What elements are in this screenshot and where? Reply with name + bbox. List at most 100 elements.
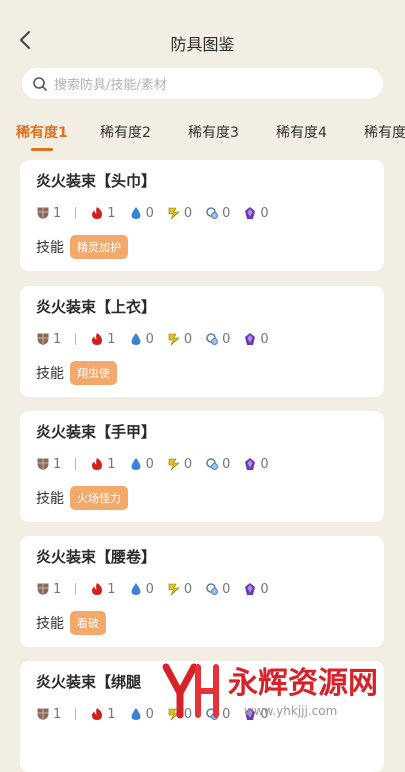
- app-header: 防具图鉴 搜索防具/技能/素材: [0, 0, 405, 99]
- stat-value: 0: [145, 706, 154, 722]
- water-drop-icon: [129, 332, 146, 346]
- stat-value: 0: [183, 456, 193, 472]
- skill-tag[interactable]: 看破: [70, 611, 106, 635]
- stat-value: 0: [145, 581, 154, 597]
- stat-fire: 1: [90, 331, 116, 347]
- armor-card[interactable]: 炎火装束【头巾】 1 1 0 0 0 0 技能 精灵加护: [20, 160, 384, 271]
- stat-shield: 1: [36, 457, 61, 472]
- water-drop-icon: [129, 707, 146, 721]
- water-drop-icon: [129, 457, 146, 471]
- dragon-icon: [243, 206, 260, 220]
- shield-icon: [36, 707, 53, 721]
- water-drop-icon: [129, 582, 146, 596]
- stat-ice: 0: [205, 457, 230, 472]
- thunder-icon: [167, 457, 184, 471]
- armor-stats: 1 1 0 0 0 0: [36, 204, 282, 222]
- armor-name: 炎火装束【手甲】: [36, 423, 157, 441]
- stat-dragon: 0: [243, 205, 269, 221]
- tab-label: 稀有度: [364, 125, 405, 141]
- stat-thunder: 0: [167, 206, 192, 221]
- svg-text:www.yhkjjj.com: www.yhkjjj.com: [244, 704, 337, 718]
- armor-name: 炎火装束【头巾】: [36, 172, 157, 190]
- tab-rarity-3[interactable]: 稀有度3: [188, 122, 239, 142]
- fire-icon: [90, 457, 107, 471]
- stat-ice: 0: [205, 582, 230, 597]
- stat-value: 1: [107, 205, 116, 221]
- stat-divider: [75, 333, 77, 345]
- armor-stats: 1 1 0 0 0 0: [36, 455, 282, 473]
- search-icon: [33, 76, 47, 91]
- shield-icon: [36, 582, 53, 596]
- page-title: 防具图鉴: [170, 35, 235, 54]
- stat-dragon: 0: [243, 582, 269, 597]
- shield-icon: [36, 206, 53, 220]
- tab-rarity-1[interactable]: 稀有度1: [16, 122, 68, 151]
- stat-water-drop: 0: [129, 332, 154, 347]
- stat-value: 1: [107, 331, 116, 347]
- stat-value: 0: [145, 331, 154, 347]
- thunder-icon: [167, 206, 184, 220]
- stat-divider: [75, 708, 77, 720]
- skill-tag[interactable]: 精灵加护: [70, 235, 128, 259]
- stat-thunder: 0: [167, 457, 192, 472]
- armor-name: 炎火装束【腰卷】: [36, 548, 157, 566]
- tab-label: 稀有度4: [276, 125, 327, 141]
- ice-icon: [205, 206, 222, 220]
- search-placeholder: 搜索防具/技能/素材: [54, 78, 167, 93]
- stat-shield: 1: [36, 206, 61, 221]
- svg-text:永辉资源网: 永辉资源网: [228, 666, 378, 701]
- stat-value: 1: [53, 205, 62, 221]
- watermark-logo: 永辉资源网 www.yhkjjj.com: [162, 663, 378, 719]
- water-drop-icon: [129, 206, 146, 220]
- fire-icon: [90, 582, 107, 596]
- stat-value: 0: [222, 581, 231, 597]
- stat-ice: 0: [205, 332, 230, 347]
- tab-rarity-4[interactable]: 稀有度4: [276, 122, 327, 142]
- stat-divider: [75, 458, 77, 470]
- stat-fire: 1: [90, 581, 116, 597]
- armor-card[interactable]: 炎火装束【腰卷】 1 1 0 0 0 0 技能 看破: [20, 536, 384, 647]
- dragon-icon: [243, 457, 260, 471]
- search-input[interactable]: 搜索防具/技能/素材: [22, 68, 383, 99]
- skill-tag[interactable]: 火场怪力: [70, 486, 128, 510]
- stat-value: 0: [183, 581, 193, 597]
- tab-label: 稀有度3: [188, 125, 239, 141]
- tab-label: 稀有度2: [100, 125, 151, 141]
- stat-water-drop: 0: [129, 457, 154, 472]
- tab-rarity-2[interactable]: 稀有度2: [100, 122, 151, 142]
- stat-water-drop: 0: [129, 206, 154, 221]
- armor-card[interactable]: 炎火装束【手甲】 1 1 0 0 0 0 技能 火场怪力: [20, 411, 384, 522]
- stat-value: 0: [260, 456, 269, 472]
- armor-name: 炎火装束【上衣】: [36, 298, 157, 316]
- armor-card[interactable]: 炎火装束【上衣】 1 1 0 0 0 0 技能 翔虫使: [20, 286, 384, 397]
- stat-shield: 1: [36, 582, 61, 597]
- skill-tag[interactable]: 翔虫使: [70, 361, 117, 385]
- dragon-icon: [243, 582, 260, 596]
- stat-value: 1: [53, 581, 62, 597]
- dragon-icon: [243, 332, 260, 346]
- stat-thunder: 0: [167, 332, 192, 347]
- stat-value: 1: [107, 581, 116, 597]
- thunder-icon: [167, 332, 184, 346]
- shield-icon: [36, 457, 53, 471]
- tab-rarity-5[interactable]: 稀有度: [364, 122, 405, 142]
- tab-label: 稀有度1: [16, 125, 68, 141]
- rarity-tab-bar: 稀有度1 稀有度2 稀有度3 稀有度4 稀有度: [0, 118, 405, 154]
- skill-row: 技能 精灵加护: [36, 235, 128, 259]
- stat-value: 0: [145, 456, 154, 472]
- stat-value: 0: [260, 205, 269, 221]
- ice-icon: [205, 332, 222, 346]
- stat-fire: 1: [90, 457, 116, 472]
- armor-stats: 1 1 0 0 0 0: [36, 330, 282, 348]
- stat-water-drop: 0: [129, 707, 154, 722]
- stat-fire: 1: [90, 205, 116, 221]
- stat-divider: [75, 207, 77, 219]
- stat-value: 1: [53, 331, 62, 347]
- fire-icon: [90, 206, 107, 220]
- stat-water-drop: 0: [129, 582, 154, 597]
- fire-icon: [90, 332, 107, 346]
- stat-value: 1: [107, 706, 116, 722]
- stat-value: 0: [145, 205, 154, 221]
- stat-value: 0: [222, 456, 231, 472]
- fire-icon: [90, 707, 107, 721]
